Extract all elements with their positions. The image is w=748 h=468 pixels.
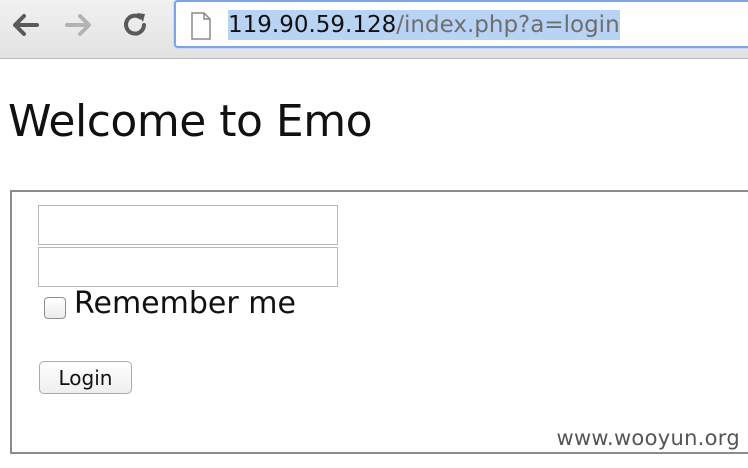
url-host: 119.90.59.128 (228, 12, 397, 38)
reload-icon (124, 13, 146, 36)
remember-me-checkbox[interactable] (44, 297, 66, 319)
address-bar[interactable]: 119.90.59.128/index.php?a=login (174, 0, 748, 48)
reload-button[interactable] (118, 8, 152, 42)
back-arrow-icon (13, 14, 39, 36)
remember-me-label[interactable]: Remember me (74, 286, 296, 322)
back-button[interactable] (8, 8, 42, 42)
url-path: /index.php?a=login (396, 12, 620, 38)
browser-toolbar: 119.90.59.128/index.php?a=login (0, 0, 748, 59)
url-text[interactable]: 119.90.59.128/index.php?a=login (228, 10, 620, 40)
remember-me-row: Remember me (44, 284, 296, 324)
forward-arrow-icon (65, 14, 91, 36)
watermark: www.wooyun.org (556, 426, 740, 450)
forward-button[interactable] (62, 8, 96, 42)
username-field[interactable] (38, 205, 338, 245)
password-field[interactable] (38, 247, 338, 287)
login-button[interactable]: Login (39, 361, 132, 394)
page-title: Welcome to Emo (8, 96, 373, 147)
document-icon (191, 12, 211, 40)
